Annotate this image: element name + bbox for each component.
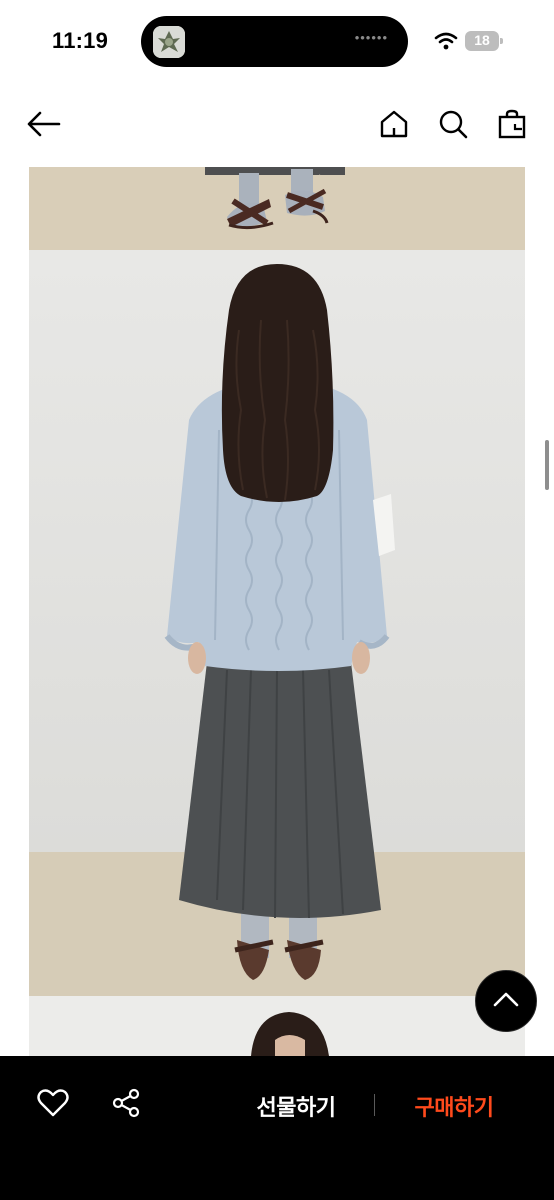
status-bar: 11:19 •••••• 18 (0, 0, 554, 84)
home-icon (379, 109, 409, 144)
product-detail-screen: 11:19 •••••• 18 선물하기 구매하기 (0, 0, 554, 1200)
chevron-up-icon (492, 990, 520, 1013)
island-app-thumbnail (153, 26, 185, 58)
bar-divider (374, 1094, 375, 1116)
search-icon (438, 109, 468, 144)
arrow-left-icon (26, 110, 62, 143)
buy-button[interactable]: 구매하기 (398, 1090, 510, 1120)
dynamic-island: •••••• (141, 16, 408, 67)
status-time: 11:19 (52, 28, 109, 53)
share-button[interactable] (106, 1087, 146, 1123)
share-icon (111, 1088, 141, 1123)
heart-icon (37, 1088, 69, 1122)
island-dots: •••••• (354, 30, 388, 45)
shopping-bag-icon (498, 109, 526, 144)
like-button[interactable] (33, 1087, 73, 1123)
product-photo-back-view (29, 250, 525, 996)
home-button[interactable] (374, 106, 414, 146)
scroll-to-top-button[interactable] (475, 970, 537, 1032)
scroll-indicator[interactable] (545, 440, 549, 490)
search-button[interactable] (433, 106, 473, 146)
back-button[interactable] (24, 106, 64, 146)
top-nav (0, 96, 554, 156)
bottom-action-bar: 선물하기 구매하기 (0, 1056, 554, 1200)
gift-button[interactable]: 선물하기 (240, 1090, 352, 1120)
wifi-icon (434, 31, 458, 51)
battery-tip (500, 38, 503, 44)
battery-indicator: 18 (465, 31, 503, 51)
product-photo-feet (29, 167, 525, 250)
cart-button[interactable] (492, 106, 532, 146)
battery-level: 18 (474, 32, 490, 48)
